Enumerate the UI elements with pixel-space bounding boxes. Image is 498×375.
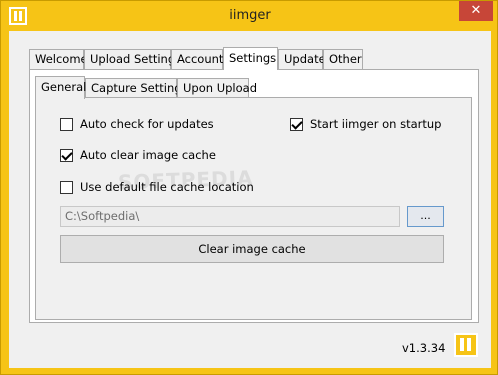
auto-check-updates-checkbox[interactable]	[60, 117, 73, 131]
start-on-startup-checkbox[interactable]	[290, 117, 303, 131]
tab-update[interactable]: Update	[278, 49, 326, 69]
brand-logo-icon	[454, 333, 478, 357]
default-cache-location-option[interactable]: Use default file cache location	[60, 180, 254, 194]
auto-clear-cache-checkbox[interactable]	[60, 148, 73, 162]
auto-clear-cache-label: Auto clear image cache	[80, 148, 216, 162]
auto-clear-cache-option[interactable]: Auto clear image cache	[60, 148, 216, 162]
general-panel: SOFTPEDIA Auto check for updates Start i…	[35, 97, 472, 320]
app-window: iimger ✕ Welcome Upload Settings Account…	[0, 0, 498, 375]
auto-check-updates-option[interactable]: Auto check for updates	[60, 117, 214, 131]
start-on-startup-option[interactable]: Start iimger on startup	[290, 117, 441, 131]
browse-button[interactable]: ...	[407, 206, 444, 227]
window-title: iimger	[229, 8, 271, 23]
subtab-capture-settings[interactable]: Capture Settings	[85, 78, 188, 98]
default-cache-location-label: Use default file cache location	[80, 180, 254, 194]
tab-welcome[interactable]: Welcome	[29, 49, 88, 69]
title-bar[interactable]: iimger ✕	[1, 1, 498, 31]
default-cache-location-checkbox[interactable]	[60, 180, 73, 194]
auto-check-updates-label: Auto check for updates	[80, 117, 214, 131]
clear-cache-button[interactable]: Clear image cache	[60, 235, 444, 263]
subtab-upon-upload[interactable]: Upon Upload	[177, 78, 257, 98]
tab-account[interactable]: Account	[171, 49, 223, 69]
subtab-general[interactable]: General	[35, 76, 86, 99]
client-area: Welcome Upload Settings Account Settings…	[9, 31, 491, 368]
tab-other[interactable]: Other	[323, 49, 363, 69]
cache-path-field[interactable]: C:\Softpedia\	[60, 206, 400, 227]
tab-settings[interactable]: Settings	[223, 47, 278, 70]
version-label: v1.3.34	[402, 341, 446, 355]
start-on-startup-label: Start iimger on startup	[310, 117, 442, 131]
tab-upload-settings[interactable]: Upload Settings	[84, 49, 181, 69]
close-button[interactable]: ✕	[459, 1, 493, 21]
settings-panel: General Capture Settings Upon Upload SOF…	[29, 69, 479, 323]
